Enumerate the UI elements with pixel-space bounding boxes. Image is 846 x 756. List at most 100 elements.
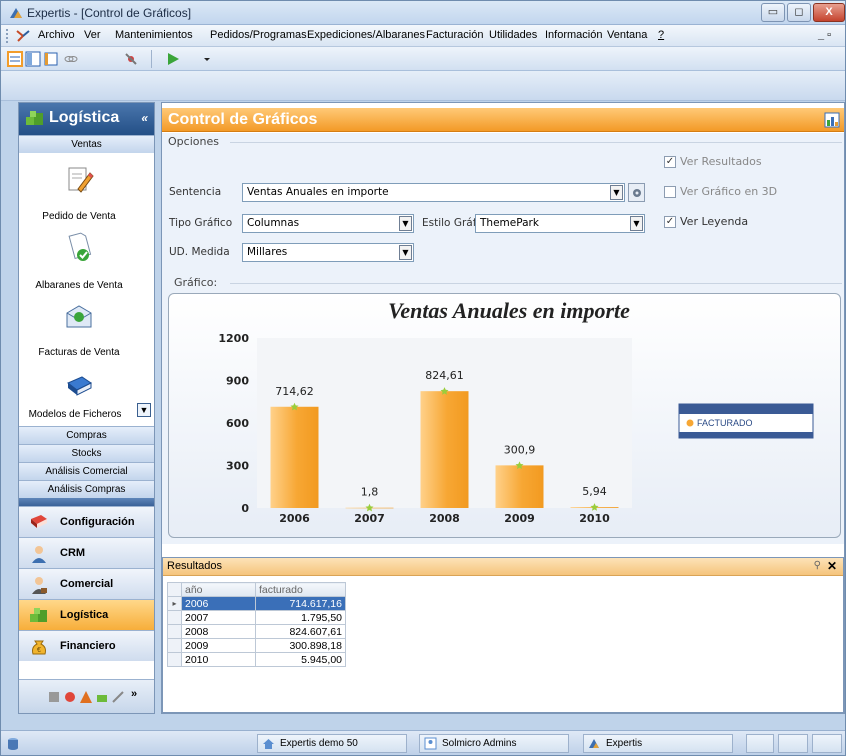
estilo-grafico-select[interactable]: ThemePark ▼ xyxy=(475,214,645,233)
table-row[interactable]: ▸ 2006 714.617,16 xyxy=(167,596,346,611)
bar-2009 xyxy=(495,465,544,508)
chart-group: Gráfico: Ventas Anuales en importe 0 300 60… xyxy=(162,271,844,544)
sidebar-item-pedido-venta[interactable]: Pedido de Venta xyxy=(19,161,139,229)
module-logistica-button[interactable]: Logística xyxy=(19,599,154,630)
table-row[interactable]: 2010 5.945,00 xyxy=(167,652,346,667)
app-icon xyxy=(589,739,599,748)
module-label: Comercial xyxy=(60,578,114,590)
sidebar-item-label: Albaranes de Venta xyxy=(35,280,123,291)
status-pane-empty xyxy=(746,734,774,753)
sentencia-select[interactable]: Ventas Anuales en importe ▼ xyxy=(242,183,625,202)
chevron-down-icon[interactable]: ▼ xyxy=(399,245,412,260)
sidebar-item-modelos-ficheros[interactable]: Modelos de Ficheros xyxy=(19,365,139,423)
table-row[interactable]: 2008 824.607,61 xyxy=(167,624,346,639)
sidebar-section-analisis-comercial[interactable]: Análisis Comercial xyxy=(19,462,154,480)
module-financiero-button[interactable]: € Financiero xyxy=(19,630,154,661)
close-results-icon[interactable]: ✕ xyxy=(827,559,837,573)
menu-expediciones[interactable]: Expediciones/Albaranes xyxy=(307,29,425,41)
money-bag-icon: € xyxy=(32,640,46,655)
toolbar xyxy=(1,47,845,71)
module-comercial-button[interactable]: Comercial xyxy=(19,568,154,599)
menu-help[interactable]: ? xyxy=(658,29,664,41)
chevron-down-icon[interactable] xyxy=(199,51,215,67)
play-icon[interactable] xyxy=(165,51,181,67)
layout-panel-icon[interactable] xyxy=(25,51,41,67)
column-header-ano[interactable]: año xyxy=(181,582,256,597)
layout-list-icon[interactable] xyxy=(7,51,23,67)
overflow-chevron-icon[interactable]: » xyxy=(131,688,137,700)
cell-facturado[interactable]: 714.617,16 xyxy=(255,596,346,611)
status-app: Expertis xyxy=(583,734,733,753)
cell-facturado[interactable]: 5.945,00 xyxy=(255,652,346,667)
sidebar-section-analisis-compras[interactable]: Análisis Compras xyxy=(19,480,154,498)
results-table: año facturado ▸ 2006 714.617,16 2007 1.7… xyxy=(167,582,346,667)
chevron-down-icon[interactable]: ▼ xyxy=(630,216,643,231)
estilo-grafico-value: ThemePark xyxy=(480,217,539,229)
home-icon xyxy=(263,739,274,749)
sidebar-item-facturas-venta[interactable]: Facturas de Venta xyxy=(19,297,139,365)
chart-export-icon[interactable] xyxy=(824,112,840,128)
cell-facturado[interactable]: 300.898,18 xyxy=(255,638,346,653)
scroll-down-button[interactable]: ▼ xyxy=(137,403,151,417)
menu-informacion[interactable]: Información xyxy=(545,29,602,41)
module-mini-icon[interactable] xyxy=(95,690,109,704)
menu-ventana[interactable]: Ventana xyxy=(607,29,647,41)
pin-icon[interactable]: ⚲ xyxy=(814,560,821,571)
status-pane-empty xyxy=(812,734,842,753)
status-user-text: Solmicro Admins xyxy=(442,738,517,749)
module-crm-button[interactable]: CRM xyxy=(19,537,154,568)
menu-pedidos[interactable]: Pedidos/Programas xyxy=(210,29,307,41)
splitter-grip[interactable] xyxy=(19,498,154,506)
menu-archivo[interactable]: Archivo xyxy=(38,29,75,41)
cell-ano[interactable]: 2010 xyxy=(181,652,256,667)
column-header-facturado[interactable]: facturado xyxy=(255,582,346,597)
checkbox-label: Ver Resultados xyxy=(680,155,762,168)
cell-facturado[interactable]: 824.607,61 xyxy=(255,624,346,639)
sentencia-label: Sentencia xyxy=(169,186,222,198)
book-icon xyxy=(67,376,92,396)
tipo-grafico-select[interactable]: Columnas ▼ xyxy=(242,214,414,233)
chart-group-label: Gráfico: xyxy=(174,276,218,289)
module-mini-icon[interactable] xyxy=(79,690,93,704)
restore-child-icon[interactable]: _ ▫ xyxy=(818,29,831,41)
chevron-down-icon[interactable]: ▼ xyxy=(399,216,412,231)
close-button[interactable]: X xyxy=(813,3,845,22)
book-red-icon xyxy=(31,515,47,528)
module-configuracion-button[interactable]: Configuración xyxy=(19,506,154,537)
module-mini-icon[interactable] xyxy=(111,690,125,704)
cell-ano[interactable]: 2008 xyxy=(181,624,256,639)
module-mini-icon[interactable] xyxy=(63,690,77,704)
mdi-child-icon[interactable] xyxy=(15,28,31,44)
results-header: Resultados ⚲ ✕ xyxy=(163,558,843,576)
settings-gear-icon[interactable] xyxy=(628,183,645,202)
sidebar-overflow-tools: » xyxy=(19,679,154,713)
table-row[interactable]: 2007 1.795,50 xyxy=(167,610,346,625)
cell-ano[interactable]: 2009 xyxy=(181,638,256,653)
collapse-sidebar-button[interactable]: « xyxy=(141,111,148,125)
sidebar-item-label: Pedido de Venta xyxy=(42,211,116,222)
minimize-button[interactable]: ▭ xyxy=(761,3,785,22)
sidebar-title: Logística xyxy=(49,109,120,126)
chevron-down-icon[interactable]: ▼ xyxy=(610,185,623,200)
maximize-button[interactable]: ◻ xyxy=(787,3,811,22)
tools-icon[interactable] xyxy=(123,51,139,67)
link-icon[interactable] xyxy=(63,51,79,67)
cell-ano[interactable]: 2007 xyxy=(181,610,256,625)
checkbox-label: Ver Gráfico en 3D xyxy=(680,185,778,198)
sidebar-item-albaranes-venta[interactable]: Albaranes de Venta xyxy=(19,229,139,297)
menu-mantenimientos[interactable]: Mantenimientos xyxy=(115,29,193,41)
module-mini-icon[interactable] xyxy=(47,690,61,704)
menu-ver[interactable]: Ver xyxy=(84,29,101,41)
table-row[interactable]: 2009 300.898,18 xyxy=(167,638,346,653)
sidebar-section-compras[interactable]: Compras xyxy=(19,426,154,444)
row-indicator xyxy=(167,652,182,667)
sidebar-section-ventas[interactable]: Ventas xyxy=(19,135,154,153)
menu-facturacion[interactable]: Facturación xyxy=(426,29,483,41)
menu-utilidades[interactable]: Utilidades xyxy=(489,29,537,41)
sidebar-section-stocks[interactable]: Stocks xyxy=(19,444,154,462)
cell-facturado[interactable]: 1.795,50 xyxy=(255,610,346,625)
cell-ano[interactable]: 2006 xyxy=(181,596,256,611)
ud-medida-select[interactable]: Millares ▼ xyxy=(242,243,414,262)
chart-area: Ventas Anuales en importe 0 300 600 900 1200 7… xyxy=(168,293,841,538)
layout-side-icon[interactable] xyxy=(43,51,59,67)
